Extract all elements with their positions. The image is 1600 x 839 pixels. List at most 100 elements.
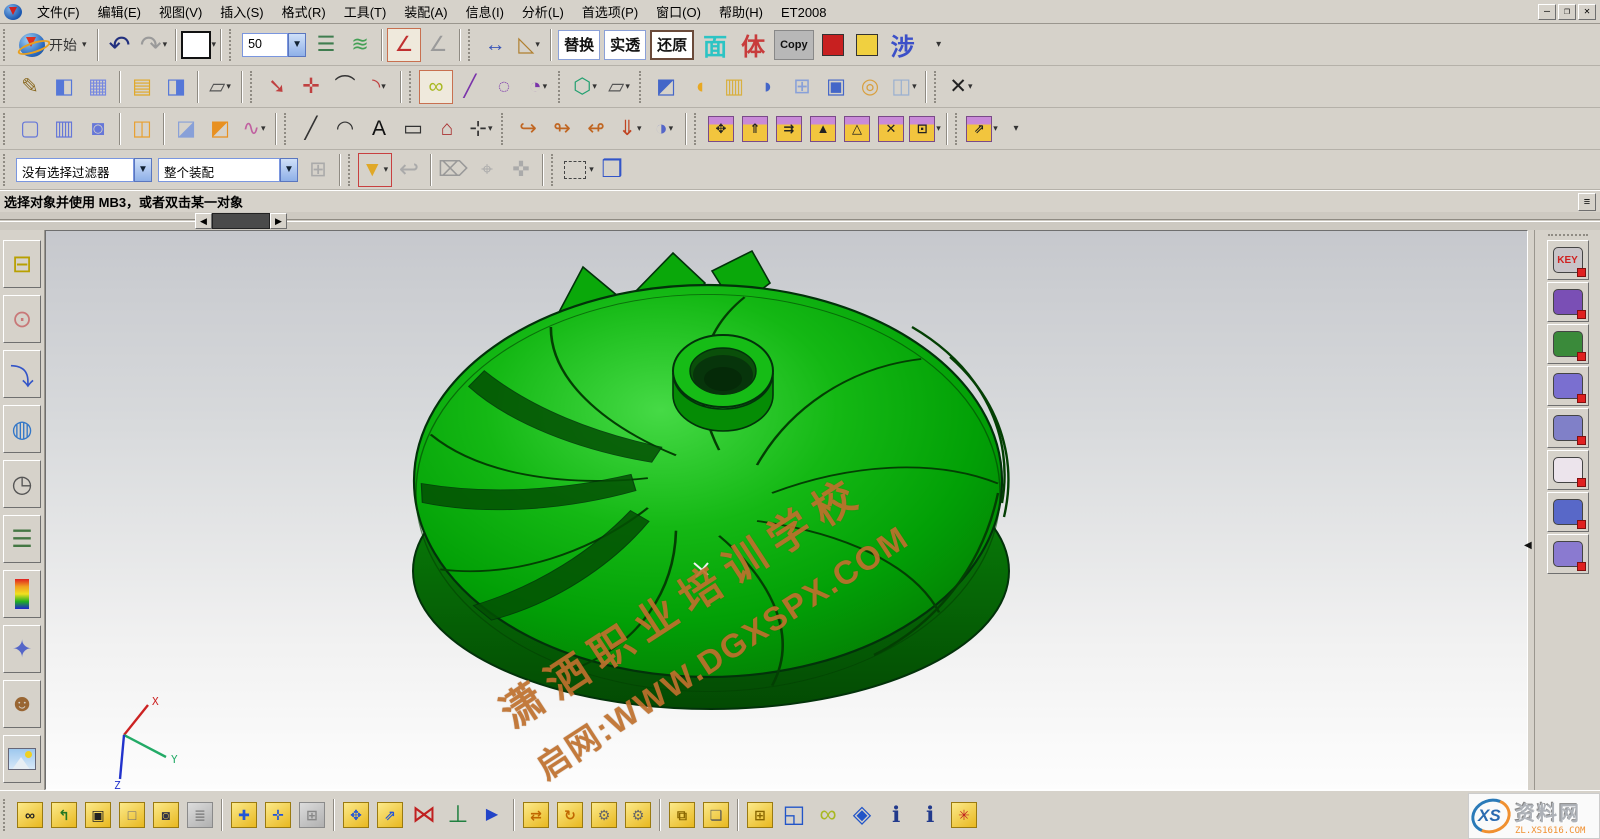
close-button[interactable]: ✕ xyxy=(1578,4,1596,20)
selection-scope-combo-value[interactable]: 整个装配 xyxy=(158,158,280,182)
studio-spline-icon[interactable]: ⌂ xyxy=(430,112,464,146)
assembly-arrows-icon[interactable]: ⇗ xyxy=(373,798,407,832)
template-block-icon[interactable] xyxy=(1547,366,1589,406)
menu-item-8[interactable]: 信息(I) xyxy=(457,2,513,23)
template-bushing-icon[interactable] xyxy=(1547,450,1589,490)
toolbar-grip[interactable] xyxy=(955,113,962,145)
update-structure-icon[interactable]: ✳ xyxy=(947,798,981,832)
arc-icon-caret-icon[interactable]: ▾ xyxy=(543,82,548,91)
scroll-right-icon[interactable]: ▶ xyxy=(270,213,287,229)
pattern-component-icon[interactable]: ⊞ xyxy=(295,798,329,832)
horizontal-scrollbar[interactable]: ◀ ▶ xyxy=(195,213,287,229)
part-navigator-icon[interactable]: ⤵ xyxy=(3,350,41,398)
add-component-icon[interactable]: ✚ xyxy=(227,798,261,832)
through-curves-icon[interactable]: ▥ xyxy=(47,112,81,146)
template-tshape-icon[interactable] xyxy=(1547,282,1589,322)
replace-button[interactable]: 替换 xyxy=(558,30,600,60)
show-component-icon[interactable]: ▣ xyxy=(81,798,115,832)
sequence-icon[interactable]: ❏ xyxy=(699,798,733,832)
wrap-curve-icon[interactable]: ↫ xyxy=(579,112,613,146)
selection-scope-combo-dropdown-icon[interactable]: ▼ xyxy=(280,158,298,182)
restore-button[interactable]: ❐ xyxy=(1558,4,1576,20)
crosshair-tool-icon[interactable]: ⌖ xyxy=(470,153,504,187)
offset-region-icon[interactable]: ⇉ xyxy=(772,112,806,146)
menu-item-2[interactable]: 编辑(E) xyxy=(89,2,150,23)
dimension-icon[interactable]: ✕▾ xyxy=(944,70,978,104)
eraser-tool-icon[interactable]: ⌦ xyxy=(436,153,470,187)
component-snapshot-icon[interactable]: ◙ xyxy=(149,798,183,832)
menu-item-1[interactable]: 文件(F) xyxy=(28,2,89,23)
swept-wall-icon[interactable]: ◨ xyxy=(159,70,193,104)
template-green-block-icon[interactable] xyxy=(1547,324,1589,364)
yellow-cube-icon[interactable] xyxy=(850,28,884,62)
selection-filter-combo[interactable]: 没有选择过滤器▼ xyxy=(16,158,152,182)
rectangle-select-icon-caret-icon[interactable]: ▾ xyxy=(589,165,594,174)
redo-icon-caret-icon[interactable]: ▾ xyxy=(163,40,168,49)
find-component-icon[interactable]: ∞ xyxy=(13,798,47,832)
menu-item-13[interactable]: ET2008 xyxy=(772,2,836,23)
point-set-icon-caret-icon[interactable]: ▾ xyxy=(488,124,493,133)
edit-add-icon[interactable]: ⚙ xyxy=(621,798,655,832)
datum-extract-icon[interactable]: ▤ xyxy=(125,70,159,104)
join-face-icon[interactable]: ◫ xyxy=(125,112,159,146)
simplify-curve-icon[interactable]: ↬ xyxy=(545,112,579,146)
wave-geometry-icon[interactable]: ◈ xyxy=(845,798,879,832)
resource-collapse-icon[interactable]: ◀ xyxy=(1524,540,1532,551)
revolve-icon[interactable]: ◖ xyxy=(683,70,717,104)
move-face-icon[interactable]: ✥ xyxy=(704,112,738,146)
solid-select-icon[interactable]: ❒ xyxy=(595,153,629,187)
circle-icon[interactable]: ◌ xyxy=(487,70,521,104)
start-menu-button-caret-icon[interactable]: ▾ xyxy=(82,40,87,49)
work-layer-combo[interactable]: 50▼ xyxy=(242,33,306,57)
extend-sheet-icon[interactable]: ◪ xyxy=(169,112,203,146)
system-materials-icon[interactable]: ☰ xyxy=(3,515,41,563)
scroll-left-icon[interactable]: ◀ xyxy=(195,213,212,229)
ruled-surface-icon[interactable]: ▢ xyxy=(13,112,47,146)
profile-shapes-icon-caret-icon[interactable]: ▾ xyxy=(592,82,597,91)
sweep-icon[interactable]: ◗ xyxy=(751,70,785,104)
move-replace-icon[interactable]: ↻ xyxy=(553,798,587,832)
scroll-thumb[interactable] xyxy=(212,213,270,229)
body-button[interactable]: 体 xyxy=(736,30,770,60)
sketch-icon[interactable]: ✎ xyxy=(13,70,47,104)
arc-icon[interactable]: ◔▾ xyxy=(521,70,555,104)
impeller-model[interactable] xyxy=(46,231,1528,790)
toolbar-grip[interactable] xyxy=(468,29,475,61)
scene-materials-icon[interactable] xyxy=(3,735,41,783)
menu-item-9[interactable]: 分析(L) xyxy=(513,2,573,23)
offset-surface-icon[interactable]: ◩ xyxy=(203,112,237,146)
interpart-link-icon[interactable]: ∞ xyxy=(811,798,845,832)
selection-scope-combo[interactable]: 整个装配▼ xyxy=(158,158,298,182)
drag-tool-icon[interactable]: ✜ xyxy=(504,153,538,187)
project-curve-icon[interactable]: ⇓▾ xyxy=(613,112,647,146)
layer-visible-icon[interactable]: ≋ xyxy=(343,28,377,62)
divide-curve-icon[interactable]: ✛ xyxy=(294,70,328,104)
graphics-viewport[interactable]: 潇洒职业培训学校 启网:WWW.DGXSPX.COM X Y Z xyxy=(45,230,1528,790)
law-surface-icon-caret-icon[interactable]: ▾ xyxy=(261,124,266,133)
roles-icon[interactable]: ☻ xyxy=(3,680,41,728)
interpart-select-icon[interactable]: ⊞ xyxy=(301,153,335,187)
rectangle-icon[interactable]: ▭ xyxy=(396,112,430,146)
rectangle-select-icon[interactable]: ▾ xyxy=(561,153,595,187)
resize-dimension-icon-caret-icon[interactable]: ▾ xyxy=(993,124,998,133)
toolbar-grip[interactable] xyxy=(3,799,10,831)
she-button[interactable]: 涉 xyxy=(886,30,920,60)
restore-button[interactable]: 还原 xyxy=(650,30,694,60)
measure-distance-icon[interactable]: ↔ xyxy=(478,28,512,62)
wcs-orient-icon[interactable]: ∠ xyxy=(421,28,455,62)
history-palette-icon[interactable]: ◷ xyxy=(3,460,41,508)
drag-component-icon[interactable]: ≣ xyxy=(183,798,217,832)
copy-face-icon-caret-icon[interactable]: ▾ xyxy=(936,124,941,133)
unite-icon[interactable]: ⊞ xyxy=(785,70,819,104)
resize-dimension-icon[interactable]: ⇗▾ xyxy=(965,112,999,146)
menu-item-3[interactable]: 视图(V) xyxy=(150,2,211,23)
pocket-icon[interactable]: ◎ xyxy=(853,70,887,104)
toolbar-grip[interactable] xyxy=(284,113,291,145)
menu-item-12[interactable]: 帮助(H) xyxy=(710,2,772,23)
law-surface-icon[interactable]: ∿▾ xyxy=(237,112,271,146)
constraint-navigator-icon[interactable]: ⊙ xyxy=(3,295,41,343)
toolbar-grip[interactable] xyxy=(3,113,10,145)
line2-icon[interactable]: ╱ xyxy=(294,112,328,146)
menu-item-10[interactable]: 首选项(P) xyxy=(573,2,647,23)
bridge-curve-icon[interactable]: ↪ xyxy=(511,112,545,146)
